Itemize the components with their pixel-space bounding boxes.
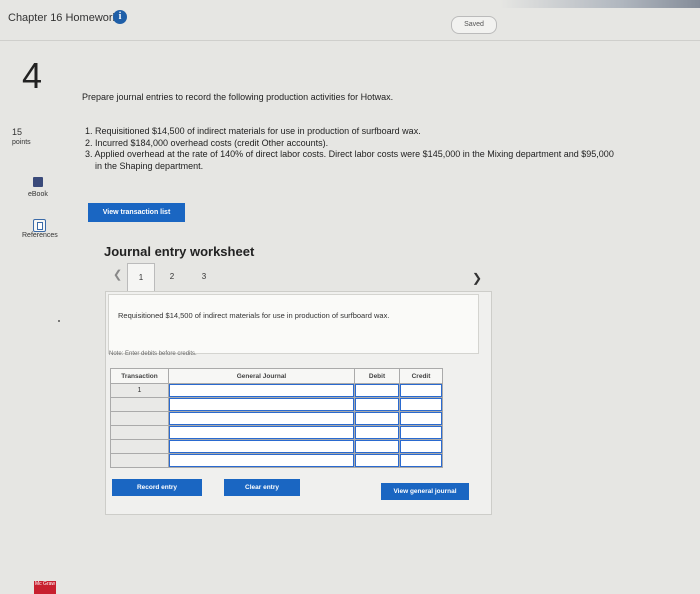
table-row — [110, 411, 443, 426]
account-select[interactable] — [168, 425, 355, 440]
account-select[interactable] — [168, 453, 355, 468]
saved-status-badge: Saved — [451, 16, 497, 34]
table-row — [110, 453, 443, 468]
general-journal-column-header: General Journal — [168, 368, 355, 384]
activity-item: 1. Requisitioned $14,500 of indirect mat… — [85, 126, 421, 136]
account-select[interactable] — [168, 411, 355, 426]
mcgraw-logo: Mc Graw — [34, 581, 56, 594]
journal-entry-table: Transaction General Journal Debit Credit… — [110, 368, 443, 468]
tab-3[interactable]: 3 — [190, 263, 218, 293]
question-number: 4 — [22, 55, 43, 96]
points-value: 15 — [12, 127, 23, 137]
entry-description: Requisitioned $14,500 of indirect materi… — [118, 311, 390, 320]
activity-item: 2. Incurred $184,000 overhead costs (cre… — [85, 137, 329, 148]
account-select[interactable] — [168, 397, 355, 412]
transaction-cell — [110, 411, 169, 426]
chevron-right-icon[interactable]: ❯ — [472, 271, 482, 285]
account-select[interactable] — [168, 439, 355, 454]
credit-input[interactable] — [399, 439, 443, 454]
top-bar: Chapter 16 Homework i Saved — [0, 0, 700, 40]
debit-input[interactable] — [354, 383, 400, 398]
tab-1[interactable]: 1 — [127, 263, 155, 293]
transaction-column-header: Transaction — [110, 368, 169, 384]
debit-input[interactable] — [354, 439, 400, 454]
edge-strip — [500, 0, 700, 8]
debit-input[interactable] — [354, 397, 400, 412]
activity-list: 1. Requisitioned $14,500 of indirect mat… — [85, 126, 685, 172]
credit-input[interactable] — [399, 453, 443, 468]
assignment-title: Chapter 16 Homework — [8, 12, 119, 24]
references-label[interactable]: References — [22, 232, 58, 239]
table-row — [110, 397, 443, 412]
tab-2[interactable]: 2 — [158, 263, 186, 293]
ebook-icon[interactable] — [33, 177, 43, 187]
view-general-journal-button[interactable]: View general journal — [381, 483, 469, 500]
debit-column-header: Debit — [354, 368, 400, 384]
debit-credit-note: Note: Enter debits before credits. — [109, 351, 197, 357]
credit-input[interactable] — [399, 383, 443, 398]
transaction-cell — [110, 439, 169, 454]
credit-input[interactable] — [399, 411, 443, 426]
view-transaction-list-button[interactable]: View transaction list — [88, 203, 185, 222]
question-prompt: Prepare journal entries to record the fo… — [82, 92, 394, 102]
worksheet-title: Journal entry worksheet — [104, 244, 255, 259]
transaction-cell — [110, 397, 169, 412]
debit-input[interactable] — [354, 425, 400, 440]
credit-input[interactable] — [399, 397, 443, 412]
credit-input[interactable] — [399, 425, 443, 440]
record-entry-button[interactable]: Record entry — [112, 479, 202, 496]
info-icon[interactable]: i — [113, 10, 127, 24]
account-select[interactable] — [168, 383, 355, 398]
points-label: points — [12, 139, 31, 146]
ebook-label[interactable]: eBook — [28, 191, 48, 198]
marker-dot — [58, 320, 60, 322]
chevron-left-icon[interactable]: ❮ — [113, 268, 122, 281]
worksheet-panel: Requisitioned $14,500 of indirect materi… — [105, 291, 492, 515]
debit-input[interactable] — [354, 453, 400, 468]
table-row: 1 — [110, 383, 443, 398]
transaction-cell — [110, 453, 169, 468]
activity-item-continued: in the Shaping department. — [95, 160, 204, 171]
table-row — [110, 425, 443, 440]
credit-column-header: Credit — [399, 368, 443, 384]
debit-input[interactable] — [354, 411, 400, 426]
transaction-cell — [110, 425, 169, 440]
table-row — [110, 439, 443, 454]
transaction-number: 1 — [110, 383, 169, 398]
entry-description-box: Requisitioned $14,500 of indirect materi… — [108, 294, 479, 354]
references-icon[interactable] — [33, 219, 46, 232]
activity-item: 3. Applied overhead at the rate of 140% … — [85, 149, 614, 159]
table-header-row: Transaction General Journal Debit Credit — [110, 368, 443, 384]
clear-entry-button[interactable]: Clear entry — [224, 479, 300, 496]
header-divider — [0, 40, 700, 41]
